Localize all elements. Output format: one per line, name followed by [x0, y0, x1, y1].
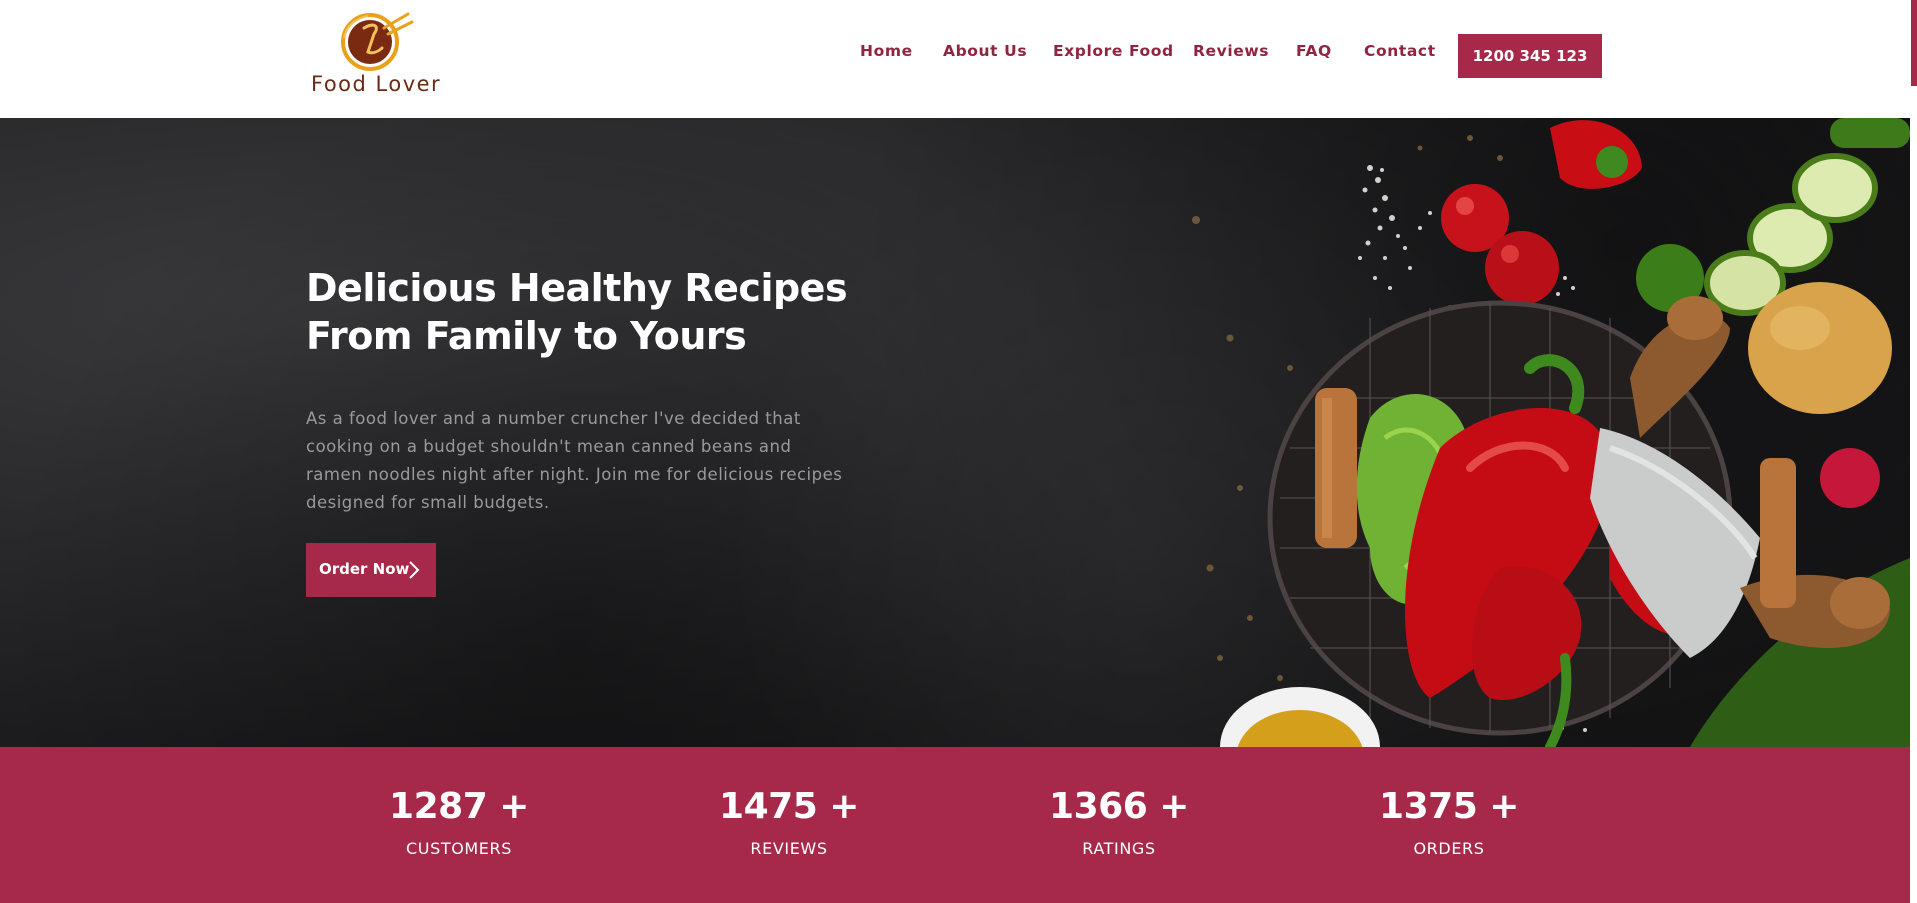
hero-title: Delicious Healthy Recipes From Family to… — [306, 264, 926, 360]
phone-button[interactable]: 1200 345 123 — [1458, 34, 1602, 78]
stat-value: 1287 + — [389, 786, 529, 827]
stat-ratings: 1366 + RATINGS — [1009, 786, 1229, 859]
nav-item-home[interactable]: Home — [860, 42, 913, 60]
stat-label: RATINGS — [1082, 839, 1156, 858]
hero-title-line-1: Delicious Healthy Recipes — [306, 266, 848, 310]
brand-logo[interactable]: Food Lover — [308, 8, 458, 100]
hero-description: As a food lover and a number cruncher I'… — [306, 409, 843, 512]
stats-bar: 1287 + CUSTOMERS 1475 + REVIEWS 1366 + R… — [0, 747, 1910, 903]
nav-item-explore-food[interactable]: Explore Food — [1053, 42, 1174, 60]
stat-label: REVIEWS — [750, 839, 828, 858]
chevron-right-icon — [409, 561, 420, 579]
nav-item-faq[interactable]: FAQ — [1296, 42, 1332, 60]
order-now-button[interactable]: Order Now — [306, 543, 436, 597]
logo-emblem-icon — [341, 12, 414, 71]
brand-name: Food Lover — [311, 72, 442, 96]
stat-value: 1375 + — [1379, 786, 1519, 827]
site-header: Food Lover Home About Us Explore Food Re… — [0, 0, 1917, 118]
hero-section: Delicious Healthy Recipes From Family to… — [0, 118, 1910, 747]
stat-reviews: 1475 + REVIEWS — [679, 786, 899, 859]
nav-item-reviews[interactable]: Reviews — [1193, 42, 1269, 60]
hero-title-line-2: From Family to Yours — [306, 314, 747, 358]
stat-value: 1366 + — [1049, 786, 1189, 827]
vegetables-image — [1192, 118, 1910, 747]
scrollbar-thumb[interactable] — [1911, 0, 1917, 86]
stat-customers: 1287 + CUSTOMERS — [349, 786, 569, 859]
stat-orders: 1375 + ORDERS — [1339, 786, 1559, 859]
nav-item-about-us[interactable]: About Us — [943, 42, 1027, 60]
stat-value: 1475 + — [719, 786, 859, 827]
stat-label: ORDERS — [1413, 839, 1485, 858]
stat-label: CUSTOMERS — [406, 839, 512, 858]
order-now-label: Order Now — [319, 560, 410, 578]
nav-item-contact[interactable]: Contact — [1364, 42, 1436, 60]
